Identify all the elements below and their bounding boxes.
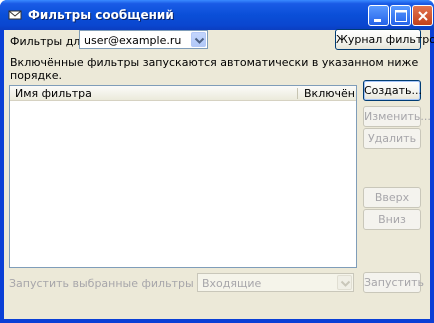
app-icon bbox=[7, 7, 23, 23]
account-value: user@example.ru bbox=[84, 34, 182, 47]
filter-log-button[interactable]: Журнал фильтров bbox=[335, 29, 434, 50]
minimize-icon bbox=[374, 19, 381, 22]
delete-button[interactable]: Удалить bbox=[363, 128, 421, 149]
column-filter-name[interactable]: Имя фильтра bbox=[15, 87, 92, 100]
close-button[interactable] bbox=[412, 5, 433, 26]
filter-list[interactable]: Имя фильтра Включён bbox=[9, 85, 357, 268]
maximize-icon bbox=[395, 10, 407, 22]
dropdown-arrow-icon[interactable] bbox=[191, 32, 206, 47]
column-separator[interactable] bbox=[297, 88, 298, 99]
folder-value: Входящие bbox=[202, 277, 262, 290]
info-text-line1: Включённые фильтры запускаются автоматич… bbox=[10, 56, 419, 69]
dialog-body: Фильтры для: user@example.ru Журнал филь… bbox=[4, 29, 434, 319]
move-down-button[interactable]: Вниз bbox=[363, 209, 421, 230]
create-button[interactable]: Создать... bbox=[363, 80, 422, 101]
dialog-window: Фильтры сообщений Фильтры для: user@exam… bbox=[0, 0, 434, 323]
maximize-button[interactable] bbox=[390, 5, 411, 26]
run-button[interactable]: Запустить bbox=[363, 272, 424, 293]
move-up-button[interactable]: Вверх bbox=[363, 187, 421, 208]
minimize-button[interactable] bbox=[368, 5, 389, 26]
list-header: Имя фильтра Включён bbox=[10, 86, 356, 101]
folder-select[interactable]: Входящие bbox=[197, 273, 354, 292]
title-bar[interactable]: Фильтры сообщений bbox=[0, 0, 434, 30]
info-text-line2: порядке. bbox=[10, 69, 63, 82]
account-select[interactable]: user@example.ru bbox=[79, 30, 208, 49]
edit-button[interactable]: Изменить... bbox=[363, 106, 431, 127]
close-icon bbox=[418, 11, 428, 21]
dropdown-arrow-icon[interactable] bbox=[337, 275, 352, 290]
window-title: Фильтры сообщений bbox=[28, 8, 174, 22]
column-enabled[interactable]: Включён bbox=[304, 87, 355, 100]
